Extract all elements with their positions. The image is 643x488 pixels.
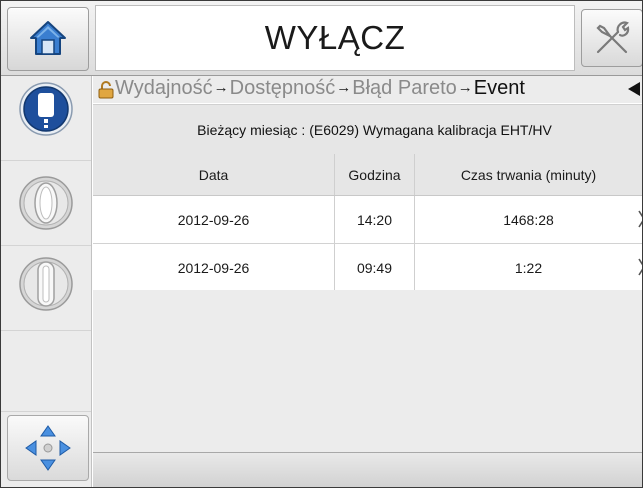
app-window: WYŁĄCZ Wydajność→Dostępność→Błąd Pareto→… (0, 0, 643, 488)
page-title: WYŁĄCZ (264, 19, 406, 56)
cell-time: 09:49 (335, 244, 415, 291)
column-header-czas-trwania[interactable]: Czas trwania (minuty) (415, 154, 642, 195)
chevron-right-icon (638, 210, 642, 228)
sidebar-item-empty (1, 331, 91, 412)
breadcrumb-separator: → (336, 79, 352, 96)
navigation-arrows-icon (25, 425, 71, 471)
breadcrumb-trail: Wydajność→Dostępność→Błąd Pareto→Event (115, 77, 525, 100)
cell-date: 2012-09-26 (93, 196, 335, 243)
table-header: Data Godzina Czas trwania (minuty) (93, 154, 642, 196)
rotary-knob-icon (19, 257, 73, 311)
rotary-knob-icon (19, 176, 73, 230)
cell-duration: 1468:28 (503, 211, 554, 228)
wrench-screwdriver-icon (596, 21, 630, 54)
events-table: Data Godzina Czas trwania (minuty) 2012-… (93, 154, 642, 292)
breadcrumb-separator: → (213, 79, 229, 96)
home-icon (30, 21, 66, 55)
table-row[interactable]: 2012-09-26 14:20 1468:28 (93, 196, 642, 244)
navigation-button[interactable] (7, 415, 89, 481)
cell-duration: 1:22 (514, 259, 543, 276)
page-title-box: WYŁĄCZ (95, 5, 575, 71)
printer-status-icon (19, 82, 73, 136)
breadcrumb-item-wydajnosc[interactable]: Wydajność (115, 77, 213, 99)
subtitle-text: Bieżący miesiąc : (E6029) Wymagana kalib… (197, 121, 552, 138)
breadcrumb: Wydajność→Dostępność→Błąd Pareto→Event (93, 76, 642, 103)
column-header-data[interactable]: Data (93, 154, 335, 195)
cell-time: 14:20 (335, 196, 415, 243)
sidebar (1, 76, 92, 487)
column-header-godzina[interactable]: Godzina (335, 154, 415, 195)
table-empty-area (93, 290, 642, 452)
home-button[interactable] (7, 7, 89, 71)
sidebar-item-knob-1[interactable] (1, 161, 91, 246)
table-row[interactable]: 2012-09-26 09:49 1:22 (93, 244, 642, 292)
header-bar: WYŁĄCZ (1, 1, 642, 76)
chevron-right-icon (638, 258, 642, 276)
breadcrumb-item-dostepnosc[interactable]: Dostępność (230, 77, 336, 99)
breadcrumb-item-event: Event (473, 77, 525, 99)
sidebar-item-printer-status[interactable] (1, 76, 91, 161)
cell-date: 2012-09-26 (93, 244, 335, 291)
back-arrow-icon[interactable] (628, 82, 640, 96)
footer-bar (93, 452, 642, 487)
breadcrumb-item-blad-pareto[interactable]: Błąd Pareto (352, 77, 457, 99)
lock-icon (98, 81, 114, 99)
breadcrumb-separator: → (457, 79, 473, 96)
tools-button[interactable] (581, 9, 642, 67)
table-subtitle: Bieżący miesiąc : (E6029) Wymagana kalib… (93, 104, 642, 155)
sidebar-item-knob-2[interactable] (1, 246, 91, 331)
